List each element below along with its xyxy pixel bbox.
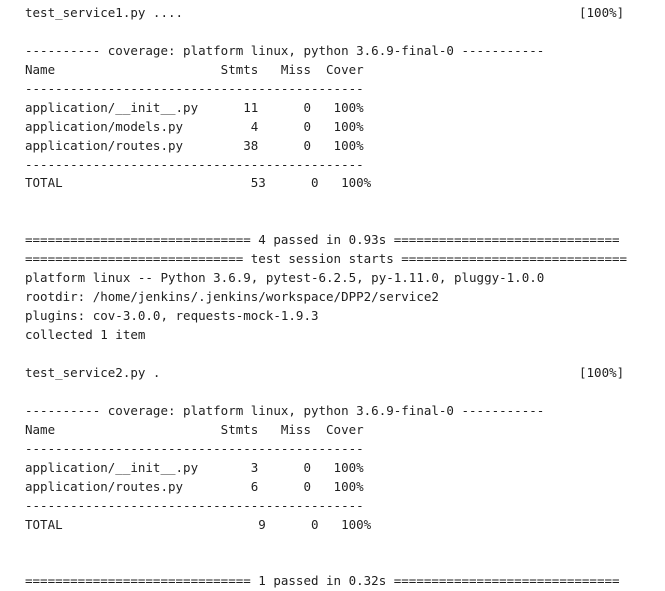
plugins-info: plugins: cov-3.0.0, requests-mock-1.9.3 bbox=[25, 308, 319, 323]
passed-summary: ============================== 4 passed … bbox=[25, 232, 620, 247]
table-row: application/__init__.py 3 0 100% bbox=[25, 460, 364, 475]
coverage-table-header: Name Stmts Miss Cover bbox=[25, 422, 364, 437]
rootdir-info: rootdir: /home/jenkins/.jenkins/workspac… bbox=[25, 289, 439, 304]
collected-info: collected 1 item bbox=[25, 327, 146, 342]
session-start-banner: ============================= test sessi… bbox=[25, 251, 628, 266]
table-separator: ----------------------------------------… bbox=[25, 441, 364, 456]
table-separator: ----------------------------------------… bbox=[25, 157, 364, 172]
table-total-row: TOTAL 53 0 100% bbox=[25, 175, 372, 190]
table-separator: ----------------------------------------… bbox=[25, 498, 364, 513]
table-total-row: TOTAL 9 0 100% bbox=[25, 517, 372, 532]
coverage-table-header: Name Stmts Miss Cover bbox=[25, 62, 364, 77]
progress-percent: [100%] bbox=[579, 365, 625, 380]
platform-info: platform linux -- Python 3.6.9, pytest-6… bbox=[25, 270, 545, 285]
table-row: application/__init__.py 11 0 100% bbox=[25, 100, 364, 115]
passed-summary: ============================== 1 passed … bbox=[25, 573, 620, 588]
progress-percent: [100%] bbox=[579, 5, 625, 20]
table-separator: ----------------------------------------… bbox=[25, 81, 364, 96]
terminal-output: test_service1.py .... [100%] ---------- … bbox=[0, 0, 665, 591]
test-file-line: test_service2.py . bbox=[25, 365, 161, 380]
coverage-header: ---------- coverage: platform linux, pyt… bbox=[25, 403, 545, 418]
table-row: application/routes.py 6 0 100% bbox=[25, 479, 364, 494]
table-row: application/models.py 4 0 100% bbox=[25, 119, 364, 134]
coverage-header: ---------- coverage: platform linux, pyt… bbox=[25, 43, 545, 58]
table-row: application/routes.py 38 0 100% bbox=[25, 138, 364, 153]
test-file-line: test_service1.py .... bbox=[25, 5, 184, 20]
